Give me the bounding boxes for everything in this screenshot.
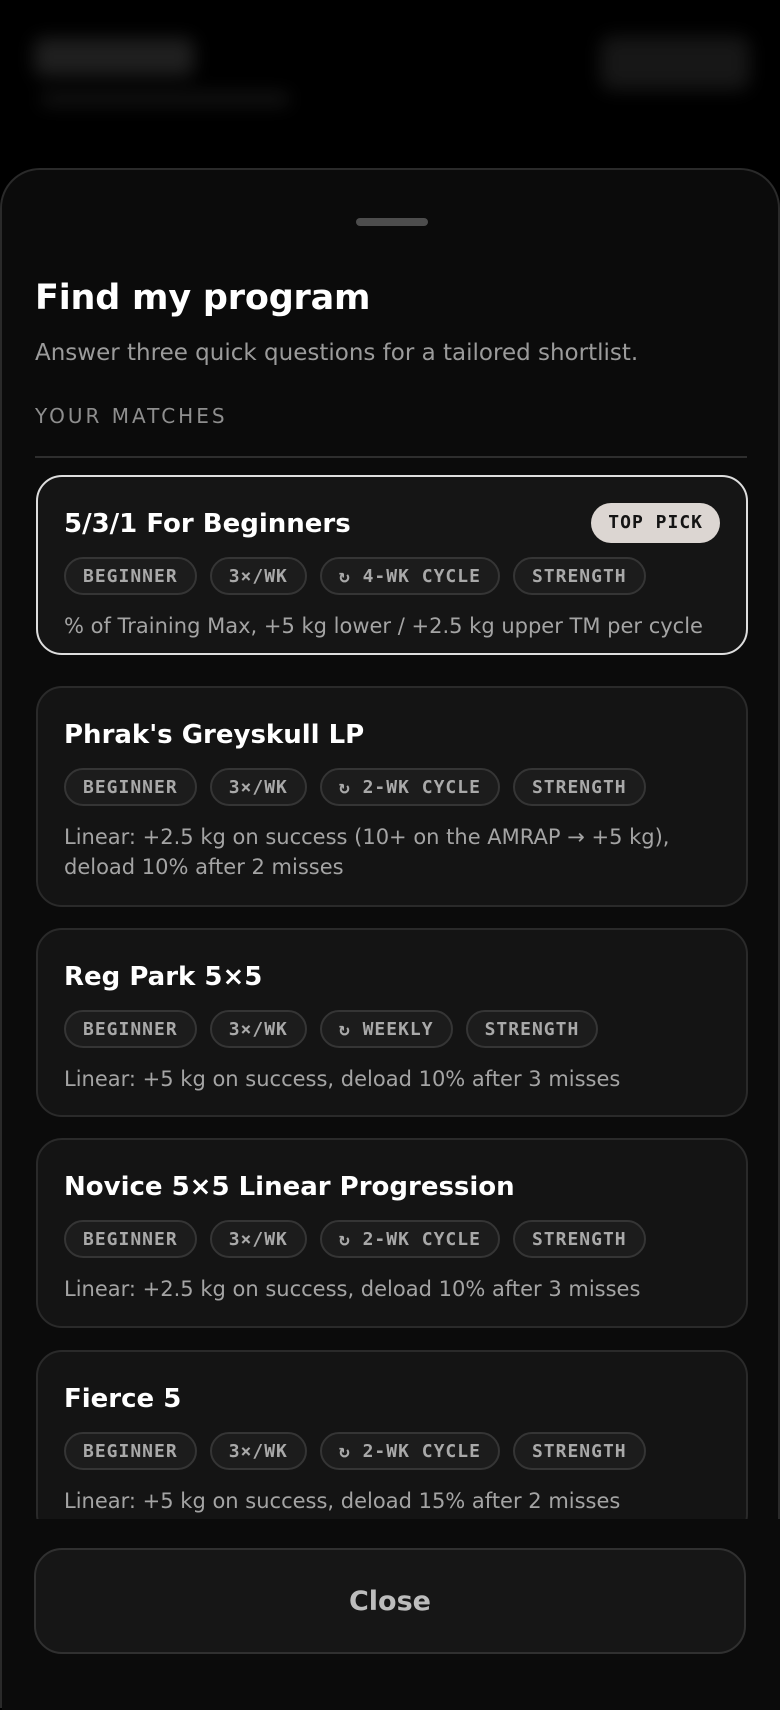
section-divider xyxy=(35,456,747,458)
program-tags: BEGINNER 3×/WK ↻ 2-WK CYCLE STRENGTH xyxy=(64,1220,646,1258)
program-name: Fierce 5 xyxy=(64,1384,182,1414)
program-name: Reg Park 5×5 xyxy=(64,962,263,992)
sheet-title: Find my program xyxy=(35,278,371,318)
program-tags: BEGINNER 3×/WK ↻ 2-WK CYCLE STRENGTH xyxy=(64,768,646,806)
cycle-tag: ↻ 2-WK CYCLE xyxy=(319,1432,500,1470)
program-description: Linear: +2.5 kg on success, deload 10% a… xyxy=(64,1277,641,1301)
focus-tag: STRENGTH xyxy=(512,768,646,806)
frequency-tag: 3×/WK xyxy=(209,1432,307,1470)
cycle-tag: ↻ 4-WK CYCLE xyxy=(319,557,500,595)
program-card-fierce-5[interactable]: Fierce 5 BEGINNER 3×/WK ↻ 2-WK CYCLE STR… xyxy=(36,1350,748,1519)
program-tags: BEGINNER 3×/WK ↻ WEEKLY STRENGTH xyxy=(64,1010,599,1048)
program-description: Linear: +5 kg on success, deload 15% aft… xyxy=(64,1489,621,1513)
focus-tag: STRENGTH xyxy=(512,557,646,595)
program-card-novice-5x5[interactable]: Novice 5×5 Linear Progression BEGINNER 3… xyxy=(36,1138,748,1328)
focus-tag: STRENGTH xyxy=(512,1432,646,1470)
level-tag: BEGINNER xyxy=(64,768,197,806)
program-name: Novice 5×5 Linear Progression xyxy=(64,1172,515,1202)
program-tags: BEGINNER 3×/WK ↻ 4-WK CYCLE STRENGTH xyxy=(64,557,646,595)
program-description: Linear: +5 kg on success, deload 10% aft… xyxy=(64,1067,621,1091)
frequency-tag: 3×/WK xyxy=(209,1010,307,1048)
program-description: % of Training Max, +5 kg lower / +2.5 kg… xyxy=(64,614,703,638)
cycle-tag: ↻ 2-WK CYCLE xyxy=(319,1220,500,1258)
close-button[interactable]: Close xyxy=(34,1548,746,1654)
program-card-reg-park[interactable]: Reg Park 5×5 BEGINNER 3×/WK ↻ WEEKLY STR… xyxy=(36,928,748,1117)
program-tags: BEGINNER 3×/WK ↻ 2-WK CYCLE STRENGTH xyxy=(64,1432,646,1470)
frequency-tag: 3×/WK xyxy=(209,1220,307,1258)
cycle-tag: ↻ WEEKLY xyxy=(319,1010,453,1048)
cycle-tag: ↻ 2-WK CYCLE xyxy=(319,768,500,806)
focus-tag: STRENGTH xyxy=(465,1010,599,1048)
program-finder-sheet: Find my program Answer three quick quest… xyxy=(0,168,780,1710)
top-pick-badge: TOP PICK xyxy=(591,503,720,543)
level-tag: BEGINNER xyxy=(64,557,197,595)
frequency-tag: 3×/WK xyxy=(209,557,307,595)
matches-list[interactable]: 5/3/1 For Beginners TOP PICK BEGINNER 3×… xyxy=(2,475,780,1519)
level-tag: BEGINNER xyxy=(64,1432,197,1470)
frequency-tag: 3×/WK xyxy=(209,768,307,806)
level-tag: BEGINNER xyxy=(64,1220,197,1258)
sheet-subtitle: Answer three quick questions for a tailo… xyxy=(35,340,639,366)
program-card-531-beginners[interactable]: 5/3/1 For Beginners TOP PICK BEGINNER 3×… xyxy=(36,475,748,655)
background-blurred-header xyxy=(0,0,780,170)
matches-section-label: YOUR MATCHES xyxy=(35,404,228,428)
level-tag: BEGINNER xyxy=(64,1010,197,1048)
program-name: Phrak's Greyskull LP xyxy=(64,720,365,750)
program-description: Linear: +2.5 kg on success (10+ on the A… xyxy=(64,825,670,879)
drag-handle[interactable] xyxy=(356,218,428,226)
program-card-phraks-greyskull[interactable]: Phrak's Greyskull LP BEGINNER 3×/WK ↻ 2-… xyxy=(36,686,748,907)
program-name: 5/3/1 For Beginners xyxy=(64,509,351,539)
focus-tag: STRENGTH xyxy=(512,1220,646,1258)
